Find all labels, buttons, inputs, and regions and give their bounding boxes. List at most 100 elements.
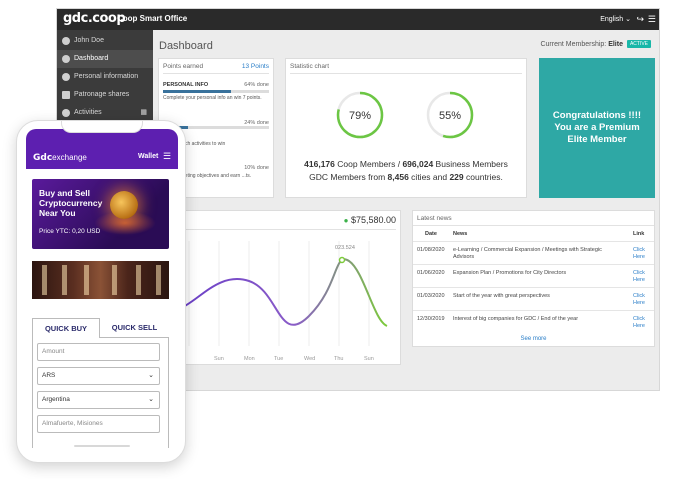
exchange-logo[interactable]: Gdcexchange	[33, 153, 87, 163]
news-card-title: Latest news	[417, 215, 452, 222]
sidebar-item-label: John Doe	[74, 37, 104, 44]
dashboard-icon	[62, 55, 70, 63]
news-link[interactable]: Click Here	[633, 293, 647, 307]
table-row: 01/08/2020 e-Learning / Commercial Expan…	[413, 241, 654, 264]
amount-value: $75,580.00	[350, 215, 396, 225]
page-title: Dashboard	[159, 40, 213, 52]
amount-input[interactable]: Amount	[37, 343, 160, 361]
news-link[interactable]: Click Here	[633, 316, 647, 330]
shares-icon	[62, 91, 70, 99]
trade-tabs: QUICK BUY QUICK SELL	[32, 318, 169, 338]
gauge-label: 79%	[349, 110, 371, 122]
sidebar-user[interactable]: John Doe	[57, 32, 153, 50]
table-row: 01/06/2020 Expansion Plan / Promotions f…	[413, 264, 654, 287]
table-row: 12/30/2019 Interest of big companies for…	[413, 310, 654, 333]
clock-icon	[62, 109, 70, 117]
x-tick-label: Thu	[334, 356, 343, 362]
gauge-chart-1: 79%	[336, 91, 384, 139]
language-selector[interactable]: English ⌄	[600, 15, 631, 23]
congrats-line: You are a Premium	[554, 122, 640, 133]
mobile-phone: Gdcexchange Wallet ☰ Buy and Sell Crypto…	[16, 120, 186, 463]
news-text: Interest of big companies for GDC / End …	[453, 316, 579, 322]
cities-count: 8,456	[387, 172, 409, 182]
news-header-news: News	[453, 231, 468, 237]
city-input[interactable]: Almafuerte, Misiones	[37, 415, 160, 433]
data-point[interactable]	[338, 256, 346, 264]
chevron-down-icon: ⌄	[148, 372, 154, 379]
status-badge: ACTIVE	[626, 40, 651, 48]
tab-quick-buy[interactable]: QUICK BUY	[32, 318, 100, 338]
table-row: 01/03/2020 Start of the year with great …	[413, 287, 654, 310]
earnings-amount: ● $75,580.00	[343, 215, 396, 225]
coop-members-count: 416,176	[304, 159, 335, 169]
see-more-link[interactable]: See more	[413, 336, 654, 342]
x-tick-label: Wed	[304, 356, 315, 362]
promo-price: Price YTC: 0,20 USD	[39, 228, 101, 235]
points-row-done: 10% done	[244, 165, 269, 171]
stat-text: Coop Members /	[334, 159, 403, 169]
membership-level: Elite	[608, 41, 623, 48]
hamburger-menu-icon[interactable]: ☰	[648, 13, 656, 25]
sidebar-item-label: Patronage shares	[74, 91, 130, 98]
news-date: 01/08/2020	[417, 247, 445, 253]
logo-text: exchange	[52, 153, 87, 162]
news-text: Start of the year with great perspective…	[453, 293, 550, 299]
logout-icon[interactable]: ↪	[636, 13, 644, 25]
mobile-header: Gdcexchange Wallet ☰	[26, 129, 178, 169]
gauge-label: 55%	[439, 110, 461, 122]
sidebar-item-label: Dashboard	[74, 55, 109, 62]
x-tick-label: Mon	[244, 356, 255, 362]
person-icon	[62, 73, 70, 81]
membership-status: Current Membership: Elite ACTIVE	[540, 40, 651, 48]
statistic-card: Statistic chart 79% 55% 416,176 Coop Mem…	[285, 58, 527, 198]
points-row: PERSONAL INFO 64% done Complete your per…	[163, 82, 269, 101]
sidebar-item-patronage-shares[interactable]: Patronage shares	[57, 86, 153, 104]
stat-text: GDC Members from	[309, 172, 388, 182]
x-tick-label: Sun	[364, 356, 374, 362]
x-tick-label: Sun	[214, 356, 224, 362]
language-label: English	[600, 16, 624, 23]
stat-text: Business Members	[433, 159, 508, 169]
hamburger-menu-icon[interactable]: ☰	[163, 152, 171, 161]
currency-select[interactable]: ARS ⌄	[37, 367, 160, 385]
currency-value: ARS	[42, 372, 56, 379]
business-members-count: 696,024	[402, 159, 434, 169]
news-link[interactable]: Click Here	[633, 270, 647, 284]
wallet-link[interactable]: Wallet	[138, 153, 158, 160]
news-date: 01/03/2020	[417, 293, 445, 299]
news-header-link: Link	[633, 231, 645, 237]
member-locations-line: GDC Members from 8,456 cities and 229 co…	[286, 172, 526, 182]
progress-bar	[163, 90, 269, 93]
countries-count: 229	[449, 172, 464, 182]
congrats-line: Congratulations !!!!	[552, 110, 642, 121]
chart-tooltip: 023.524	[335, 245, 355, 251]
congratulations-banner: Congratulations !!!! You are a Premium E…	[539, 58, 655, 198]
stat-text: countries.	[463, 172, 503, 182]
crypto-promo-banner[interactable]: Buy and Sell Cryptocurrency Near You Pri…	[32, 179, 169, 249]
app-logo[interactable]: gdc.coop	[63, 11, 126, 26]
user-icon	[62, 37, 70, 45]
points-total[interactable]: 13 Points	[242, 63, 269, 70]
sidebar-item-personal-information[interactable]: Personal information	[57, 68, 153, 86]
news-text: Expansion Plan / Promotions for City Dir…	[453, 270, 567, 276]
points-row-done: 64% done	[244, 82, 269, 88]
stat-text: cities and	[408, 172, 450, 182]
news-text: e-Learning / Commercial Expansion / Meet…	[453, 247, 602, 260]
news-header-date: Date	[425, 231, 437, 237]
points-row-done: 24% done	[244, 120, 269, 126]
sidebar-item-label: Personal information	[74, 73, 139, 80]
tab-quick-sell[interactable]: QUICK SELL	[100, 318, 169, 338]
top-bar: gdc.coop Coop Smart Office English ⌄ ↪ ☰	[57, 9, 659, 30]
sidebar-item-label: Activities	[74, 109, 102, 116]
promo-title-line: Buy and Sell	[39, 188, 91, 198]
chevron-down-icon: ⌄	[148, 396, 154, 403]
news-link[interactable]: Click Here	[633, 247, 647, 261]
congrats-line: Elite Member	[567, 134, 627, 145]
country-select[interactable]: Argentina ⌄	[37, 391, 160, 409]
office-photo	[32, 261, 169, 299]
sidebar-item-dashboard[interactable]: Dashboard	[57, 50, 153, 68]
earnings-line	[178, 258, 388, 327]
promo-title-line: Cryptocurrency	[39, 198, 103, 208]
phone-notch	[61, 121, 143, 133]
app-title: Coop Smart Office	[117, 14, 188, 23]
